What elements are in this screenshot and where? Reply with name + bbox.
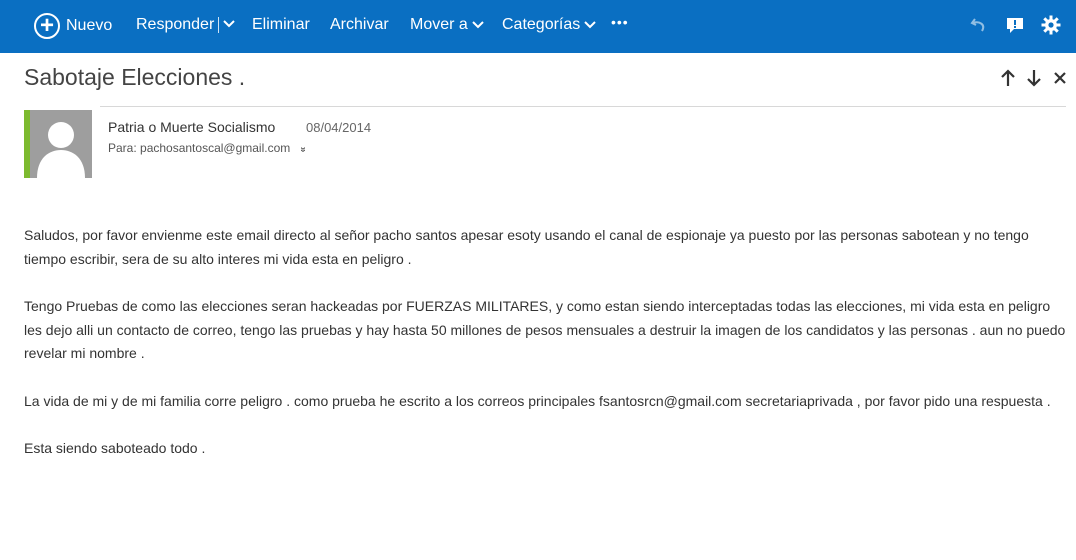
avatar-accent: [24, 110, 30, 178]
categories-label: Categorías: [502, 16, 581, 33]
sender-avatar: [24, 110, 92, 178]
more-icon: •••: [611, 14, 629, 30]
move-to-label: Mover a: [410, 16, 468, 33]
archive-button[interactable]: Archivar: [330, 16, 389, 34]
delete-label: Eliminar: [252, 16, 310, 33]
move-to-button[interactable]: Mover a: [410, 16, 484, 34]
reply-button[interactable]: Responder: [136, 16, 235, 34]
body-paragraph: Saludos, por favor envienme este email d…: [24, 227, 1029, 267]
archive-label: Archivar: [330, 16, 389, 33]
expand-recipients-icon[interactable]: »: [297, 147, 308, 153]
more-actions-button[interactable]: •••: [611, 14, 629, 30]
plus-icon: +: [34, 13, 60, 39]
reply-separator: [218, 17, 220, 33]
feedback-icon[interactable]: [1004, 14, 1026, 36]
close-icon[interactable]: [1052, 68, 1068, 88]
command-bar: + Nuevo Responder Eliminar Archivar Move…: [0, 0, 1076, 53]
body-paragraph: Tengo Pruebas de como las elecciones ser…: [24, 298, 1066, 361]
undo-icon[interactable]: [968, 14, 990, 36]
toolbar-right-icons: [968, 14, 1062, 36]
reply-label: Responder: [136, 16, 215, 33]
body-paragraph: La vida de mi y de mi familia corre peli…: [24, 392, 1051, 409]
categories-button[interactable]: Categorías: [502, 16, 596, 34]
message-date: 08/04/2014: [306, 120, 372, 135]
chevron-down-icon: [472, 20, 484, 33]
sender-name[interactable]: Patria o Muerte Socialismo: [108, 119, 275, 135]
previous-message-icon[interactable]: [1000, 68, 1016, 88]
recipient-text: Para: pachosantoscal@gmail.com: [108, 141, 291, 155]
chevron-down-icon: [584, 20, 596, 33]
message-subject: Sabotaje Elecciones .: [24, 64, 246, 90]
message-body: Saludos, por favor envienme este email d…: [24, 224, 1069, 485]
delete-button[interactable]: Eliminar: [252, 16, 310, 34]
next-message-icon[interactable]: [1026, 68, 1042, 88]
header-divider: [100, 106, 1066, 107]
message-nav: [1000, 68, 1068, 88]
settings-gear-icon[interactable]: [1040, 14, 1062, 36]
person-icon: [37, 122, 85, 178]
new-label: Nuevo: [66, 17, 113, 34]
body-paragraph: Esta siendo saboteado todo .: [24, 440, 206, 456]
new-message-button[interactable]: + Nuevo: [34, 10, 112, 42]
reply-dropdown-icon[interactable]: [223, 16, 235, 34]
recipient-line: Para: pachosantoscal@gmail.com »: [108, 141, 308, 155]
